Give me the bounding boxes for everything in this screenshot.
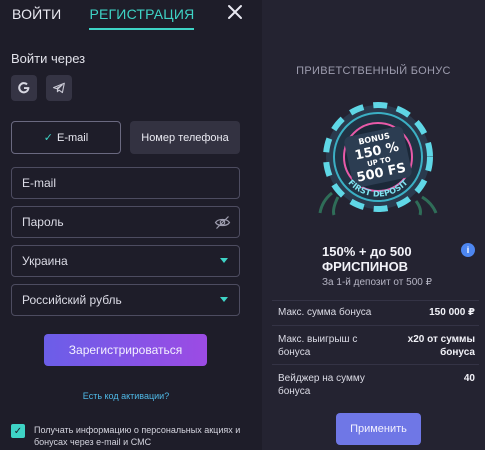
check-icon: ✓ xyxy=(43,132,54,144)
telegram-icon xyxy=(52,82,65,94)
row-label: Вейджер на сумму бонуса xyxy=(278,373,365,397)
password-field[interactable]: Пароль xyxy=(11,206,240,238)
close-icon[interactable] xyxy=(226,3,244,21)
bonus-title-line-2: ФРИСПИНОВ xyxy=(322,259,409,274)
telegram-login-button[interactable] xyxy=(46,75,72,101)
google-icon xyxy=(18,82,30,94)
divider xyxy=(272,325,479,326)
apply-bonus-button[interactable]: Применить xyxy=(336,413,421,445)
method-phone-label: Номер телефона xyxy=(141,131,229,144)
google-login-button[interactable] xyxy=(11,75,37,101)
row-label: Макс. сумма бонуса xyxy=(278,307,372,318)
bonus-title: 150% + до 500 ФРИСПИНОВ xyxy=(322,244,412,274)
row-value: 40 xyxy=(463,373,475,384)
bonus-chip-image: BONUS 150 % UP TO 500 FS FIRST DEPOSIT xyxy=(318,102,438,216)
login-via-label: Войти через xyxy=(11,51,86,66)
activation-code-link[interactable]: Есть код активации? xyxy=(0,391,252,401)
currency-select[interactable]: Российский рубль xyxy=(11,284,240,316)
row-value: 150 000 ₽ xyxy=(429,307,475,318)
chevron-down-icon xyxy=(220,258,228,263)
email-field[interactable]: E-mail xyxy=(11,167,240,199)
currency-value: Российский рубль xyxy=(22,293,122,307)
bonus-panel: ПРИВЕТСТВЕННЫЙ БОНУС BONUS 150 % UP TO 5… xyxy=(262,0,485,450)
tab-register[interactable]: РЕГИСТРАЦИЯ xyxy=(89,6,195,30)
consent-checkbox[interactable]: ✓ xyxy=(11,424,25,438)
eye-off-icon[interactable] xyxy=(214,215,231,230)
row-value: x20 от суммы бонуса xyxy=(407,334,475,358)
method-phone-option[interactable]: Номер телефона xyxy=(130,121,240,154)
divider xyxy=(272,364,479,365)
register-button[interactable]: Зарегистрироваться xyxy=(44,334,207,366)
bonus-title-line-1: 150% + до 500 xyxy=(322,244,412,259)
registration-panel: ВОЙТИ РЕГИСТРАЦИЯ Войти через ✓ E-mail Н… xyxy=(0,0,262,450)
chevron-down-icon xyxy=(220,297,228,302)
consent-row: ✓ Получать информацию о персональных акц… xyxy=(11,424,249,448)
divider xyxy=(272,300,479,301)
bonus-heading: ПРИВЕТСТВЕННЫЙ БОНУС xyxy=(296,65,451,77)
info-icon[interactable]: i xyxy=(461,243,475,257)
method-email-option[interactable]: ✓ E-mail xyxy=(11,121,121,154)
auth-tabs: ВОЙТИ РЕГИСТРАЦИЯ xyxy=(12,6,195,30)
consent-text: Получать информацию о персональных акция… xyxy=(34,425,241,447)
method-email-label: E-mail xyxy=(57,131,89,144)
country-select[interactable]: Украина xyxy=(11,245,240,277)
password-placeholder: Пароль xyxy=(22,215,64,229)
email-placeholder: E-mail xyxy=(22,176,57,190)
country-value: Украина xyxy=(22,254,68,268)
tab-login[interactable]: ВОЙТИ xyxy=(12,6,61,30)
row-label: Макс. выигрыш с бонуса xyxy=(278,334,358,358)
bonus-subtitle: За 1-й депозит от 500 ₽ xyxy=(322,277,432,288)
